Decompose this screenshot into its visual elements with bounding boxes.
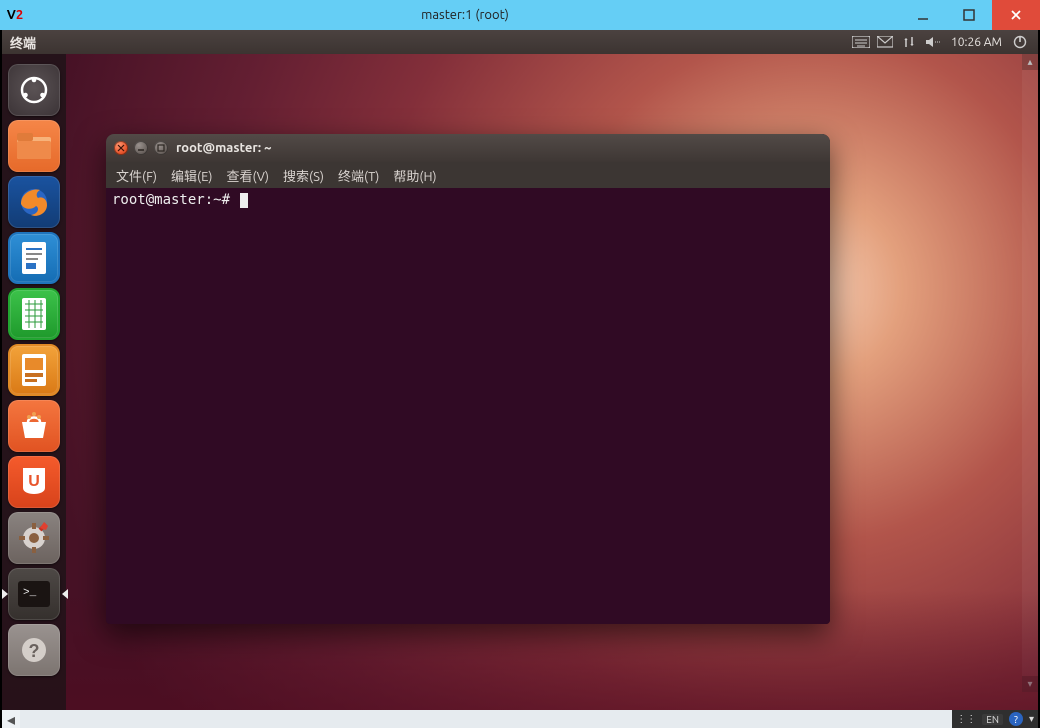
- launcher-settings[interactable]: [8, 512, 60, 564]
- terminal-title: root@master: ~: [176, 141, 272, 155]
- terminal-minimize-button[interactable]: [134, 141, 148, 155]
- clock[interactable]: 10:26 AM: [951, 36, 1002, 49]
- terminal-maximize-button[interactable]: [154, 141, 168, 155]
- svg-text:>_: >_: [23, 587, 37, 599]
- launcher-files[interactable]: [8, 120, 60, 172]
- terminal-menubar: 文件(F) 编辑(E) 查看(V) 搜索(S) 终端(T) 帮助(H): [106, 162, 830, 188]
- terminal-window-controls: [114, 141, 168, 155]
- svg-text:?: ?: [29, 641, 40, 661]
- keyboard-indicator-icon[interactable]: [849, 36, 873, 48]
- host-scrollbar: ◂ ⋮⋮ EN ? ▾: [2, 710, 1038, 728]
- window-controls: [900, 0, 1040, 30]
- mail-indicator-icon[interactable]: [873, 36, 897, 48]
- menu-terminal[interactable]: 终端(T): [338, 166, 379, 185]
- terminal-close-button[interactable]: [114, 141, 128, 155]
- vnc-window-title: master:1 (root): [30, 0, 900, 30]
- tray-lang[interactable]: EN: [982, 714, 1003, 725]
- menu-edit[interactable]: 编辑(E): [171, 166, 212, 185]
- launcher-help[interactable]: ?: [8, 624, 60, 676]
- vnc-app-icon: V2: [0, 0, 30, 30]
- terminal-body[interactable]: root@master:~#: [106, 188, 830, 624]
- maximize-button[interactable]: [946, 0, 992, 30]
- active-app-label: 终端: [10, 33, 36, 52]
- host-scroll-left-icon[interactable]: ◂: [2, 710, 20, 728]
- terminal-cursor: [240, 193, 248, 208]
- scroll-up-icon[interactable]: ▴: [1022, 54, 1038, 70]
- unity-launcher: U >_ ?: [2, 54, 66, 710]
- launcher-terminal[interactable]: >_: [8, 568, 60, 620]
- close-button[interactable]: [992, 0, 1040, 30]
- ubuntu-desktop[interactable]: 终端 10:26 AM: [2, 30, 1038, 710]
- host-status-tray: ⋮⋮ EN ? ▾: [952, 710, 1038, 728]
- terminal-window[interactable]: root@master: ~ 文件(F) 编辑(E) 查看(V) 搜索(S) 终…: [106, 134, 830, 624]
- network-indicator-icon[interactable]: [897, 35, 921, 49]
- launcher-impress[interactable]: [8, 344, 60, 396]
- launcher-writer[interactable]: [8, 232, 60, 284]
- launcher-calc[interactable]: [8, 288, 60, 340]
- launcher-dash[interactable]: [8, 64, 60, 116]
- session-indicator-icon[interactable]: [1008, 35, 1032, 49]
- vnc-client-area: 终端 10:26 AM: [0, 30, 1040, 728]
- menu-file[interactable]: 文件(F): [116, 166, 157, 185]
- terminal-prompt: root@master:~#: [112, 192, 238, 208]
- menu-view[interactable]: 查看(V): [227, 166, 269, 185]
- launcher-software-center[interactable]: [8, 400, 60, 452]
- vnc-window: V2 master:1 (root) 终端 10:26 AM: [0, 0, 1040, 728]
- menu-search[interactable]: 搜索(S): [283, 166, 324, 185]
- menu-help[interactable]: 帮助(H): [393, 166, 436, 185]
- minimize-button[interactable]: [900, 0, 946, 30]
- svg-text:U: U: [28, 473, 40, 490]
- host-scroll-track[interactable]: [20, 710, 952, 728]
- launcher-firefox[interactable]: [8, 176, 60, 228]
- terminal-titlebar[interactable]: root@master: ~: [106, 134, 830, 162]
- ubuntu-top-bar: 终端 10:26 AM: [2, 30, 1038, 54]
- sound-indicator-icon[interactable]: [921, 36, 945, 48]
- launcher-ubuntu-one[interactable]: U: [8, 456, 60, 508]
- vnc-titlebar[interactable]: V2 master:1 (root): [0, 0, 1040, 30]
- tray-caret-icon[interactable]: ▾: [1029, 713, 1034, 725]
- tray-grip-icon: ⋮⋮: [956, 713, 976, 725]
- scroll-down-icon[interactable]: ▾: [1022, 676, 1038, 692]
- tray-help-icon[interactable]: ?: [1009, 712, 1023, 726]
- desktop-scrollbar[interactable]: ▴ ▾: [1022, 54, 1038, 692]
